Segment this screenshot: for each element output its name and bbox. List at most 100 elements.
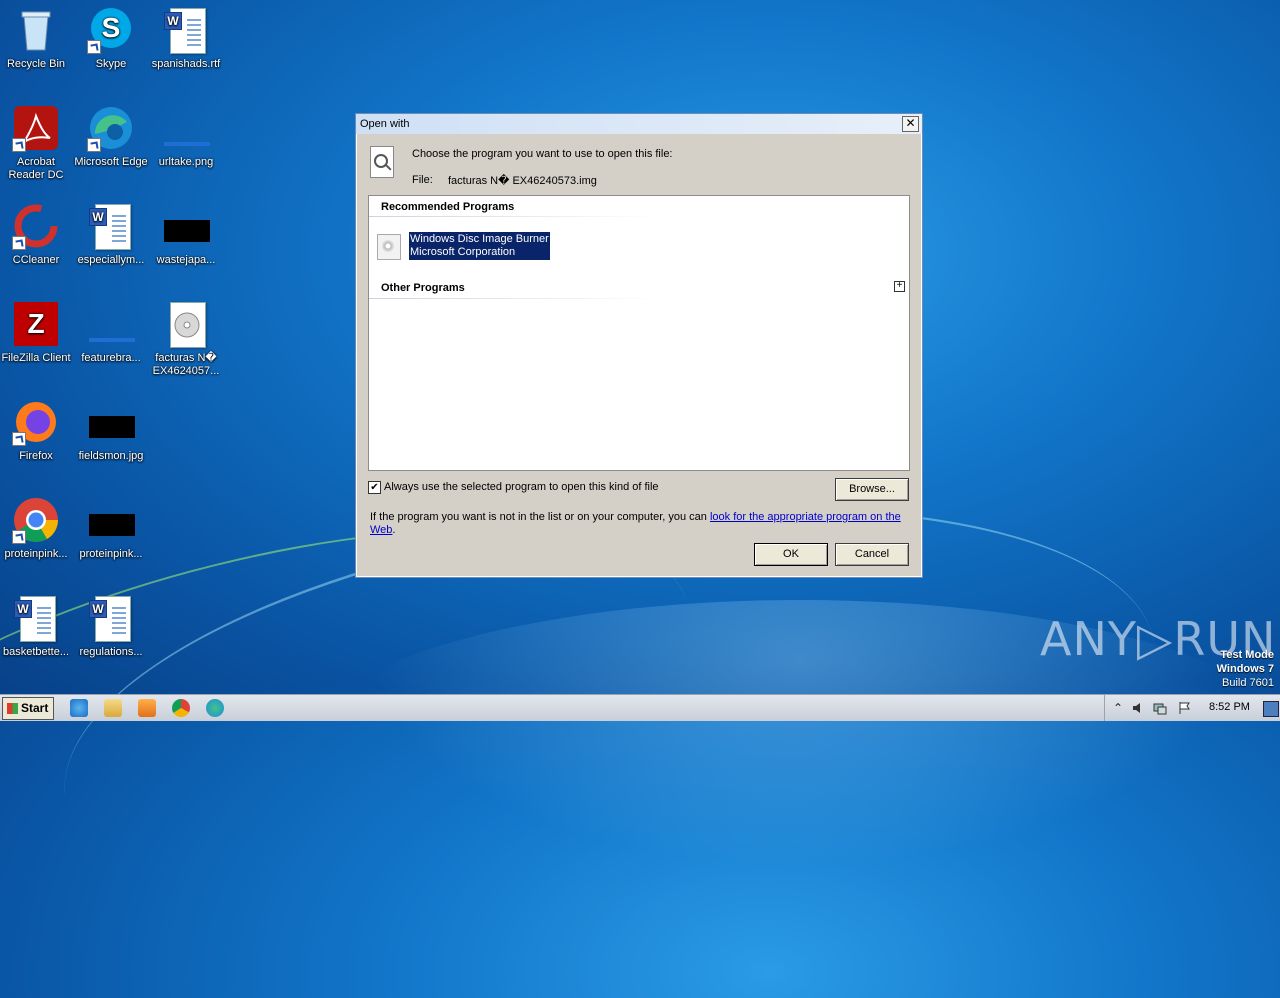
desktop-icon-label: regulations...	[79, 646, 143, 658]
media-player-icon[interactable]	[138, 699, 156, 717]
desktop-icon-proteinpink[interactable]: proteinpink...	[73, 496, 149, 561]
os-text: Windows 7	[1216, 663, 1274, 675]
desktop-icon-urltake[interactable]: urltake.png	[148, 104, 224, 169]
desktop-icon-label: Acrobat Reader DC	[8, 156, 64, 181]
system-tray: ⌃ 8:52 PM	[1104, 695, 1280, 721]
desktop-icon-label: Recycle Bin	[6, 58, 66, 70]
image-file-icon	[87, 398, 135, 446]
disc-image-file-icon	[162, 300, 210, 348]
desktop-icon-label: featurebra...	[81, 352, 141, 364]
cancel-button[interactable]: Cancel	[835, 543, 909, 566]
desktop-icon-label: proteinpink...	[79, 548, 143, 560]
program-item-disc-image-burner[interactable]: Windows Disc Image Burner Microsoft Corp…	[377, 231, 577, 261]
internet-explorer-icon[interactable]	[70, 699, 88, 717]
always-use-checkbox[interactable]: ✔	[368, 481, 381, 494]
desktop-icon-label: proteinpink...	[4, 548, 68, 560]
start-button[interactable]: Start	[2, 697, 54, 720]
desktop-icon-label: spanishads.rtf	[151, 58, 221, 70]
desktop-icon-spanishads[interactable]: W spanishads.rtf	[148, 6, 224, 71]
shortcut-arrow-icon	[87, 138, 101, 152]
file-explorer-icon[interactable]	[104, 699, 122, 717]
image-file-icon	[162, 202, 210, 250]
expand-icon[interactable]: +	[894, 281, 905, 292]
word-document-icon: W	[87, 594, 135, 642]
file-name: facturas N� EX46240573.img	[448, 175, 597, 187]
desktop-icon-label: Skype	[95, 58, 127, 70]
action-center-flag-icon[interactable]	[1177, 701, 1191, 715]
desktop-icon-chrome[interactable]: proteinpink...	[0, 496, 74, 561]
group-divider	[369, 298, 659, 299]
desktop-icon-ccleaner[interactable]: CCleaner	[0, 202, 74, 267]
filezilla-icon: Z	[12, 300, 60, 348]
taskbar: Start ⌃ 8:52 PM	[0, 694, 1280, 721]
desktop-icon-fieldsmon[interactable]: fieldsmon.jpg	[73, 398, 149, 463]
network-icon[interactable]	[1153, 701, 1167, 715]
always-use-label: Always use the selected program to open …	[384, 481, 659, 493]
desktop-icon-regulations[interactable]: W regulations...	[73, 594, 149, 659]
test-mode-watermark: Test Mode Windows 7 Build 7601	[1217, 648, 1274, 690]
desktop-icon-label: fieldsmon.jpg	[78, 450, 144, 462]
info-text: If the program you want is not in the li…	[370, 511, 910, 537]
desktop-icon-edge[interactable]: Microsoft Edge	[73, 104, 149, 169]
desktop-icon-wastejapa[interactable]: wastejapa...	[148, 202, 224, 267]
dialog-title: Open with	[360, 118, 410, 130]
open-with-dialog: Open with ✕ Choose the program you want …	[355, 113, 923, 578]
other-programs-header[interactable]: Other Programs	[381, 282, 465, 294]
acrobat-icon	[12, 104, 60, 152]
desktop-icon-label: basketbette...	[2, 646, 70, 658]
test-mode-text: Test Mode	[1220, 649, 1274, 661]
edge-icon	[87, 104, 135, 152]
desktop-icon-label: FileZilla Client	[1, 352, 71, 364]
desktop-icon-facturas[interactable]: facturas N� EX4624057...	[148, 300, 224, 378]
desktop-icon-filezilla[interactable]: Z FileZilla Client	[0, 300, 74, 365]
desktop-icon-label: Firefox	[19, 450, 53, 462]
desktop-icon-label: Microsoft Edge	[74, 156, 148, 168]
desktop-icon-firefox[interactable]: Firefox	[0, 398, 74, 463]
shortcut-arrow-icon	[12, 236, 26, 250]
ok-button[interactable]: OK	[754, 543, 828, 566]
volume-icon[interactable]	[1131, 701, 1145, 715]
word-document-icon: W	[162, 6, 210, 54]
recommended-programs-header: Recommended Programs	[381, 201, 515, 213]
info-text-end: .	[392, 524, 396, 536]
dialog-titlebar[interactable]: Open with ✕	[356, 114, 922, 134]
search-file-icon	[368, 146, 396, 180]
file-label: File:	[412, 174, 433, 186]
show-desktop-icon[interactable]	[1263, 701, 1279, 717]
skype-icon: S	[87, 6, 135, 54]
desktop-icon-acrobat[interactable]: Acrobat Reader DC	[0, 104, 74, 182]
desktop-icon-label: urltake.png	[158, 156, 214, 168]
desktop-icon-recycle-bin[interactable]: Recycle Bin	[0, 6, 74, 71]
desktop-icon-basketbette[interactable]: W basketbette...	[0, 594, 74, 659]
desktop-icon-featurebra[interactable]: featurebra...	[73, 300, 149, 365]
shortcut-arrow-icon	[12, 138, 26, 152]
group-divider	[369, 216, 659, 217]
desktop-icon-skype[interactable]: S Skype	[73, 6, 149, 71]
word-document-icon: W	[87, 202, 135, 250]
close-button[interactable]: ✕	[902, 116, 919, 132]
start-label: Start	[21, 701, 49, 715]
desktop-icon-label: CCleaner	[12, 254, 60, 266]
browse-button[interactable]: Browse...	[835, 478, 909, 501]
desktop-icon-especiallym[interactable]: W especiallym...	[73, 202, 149, 267]
clock[interactable]: 8:52 PM	[1209, 701, 1250, 713]
show-hidden-icons-icon[interactable]: ⌃	[1111, 701, 1125, 715]
image-file-icon	[87, 496, 135, 544]
desktop-icon-label: wastejapa...	[156, 254, 216, 266]
shortcut-arrow-icon	[12, 530, 26, 544]
program-list[interactable]: Recommended Programs Windows Disc Image …	[368, 195, 910, 471]
word-document-icon: W	[12, 594, 60, 642]
program-publisher: Microsoft Corporation	[410, 246, 516, 258]
disc-burner-icon	[377, 234, 401, 260]
desktop-icon-label: especiallym...	[77, 254, 145, 266]
recycle-bin-icon	[12, 6, 60, 54]
program-item-selected: Windows Disc Image Burner Microsoft Corp…	[408, 231, 551, 261]
shortcut-arrow-icon	[12, 432, 26, 446]
firefox-icon	[12, 398, 60, 446]
edge-taskbar-icon[interactable]	[206, 699, 224, 717]
image-file-icon	[162, 104, 210, 152]
chrome-taskbar-icon[interactable]	[172, 699, 190, 717]
desktop-icon-label: facturas N� EX4624057...	[152, 352, 220, 377]
windows-flag-icon	[7, 703, 18, 714]
shortcut-arrow-icon	[87, 40, 101, 54]
